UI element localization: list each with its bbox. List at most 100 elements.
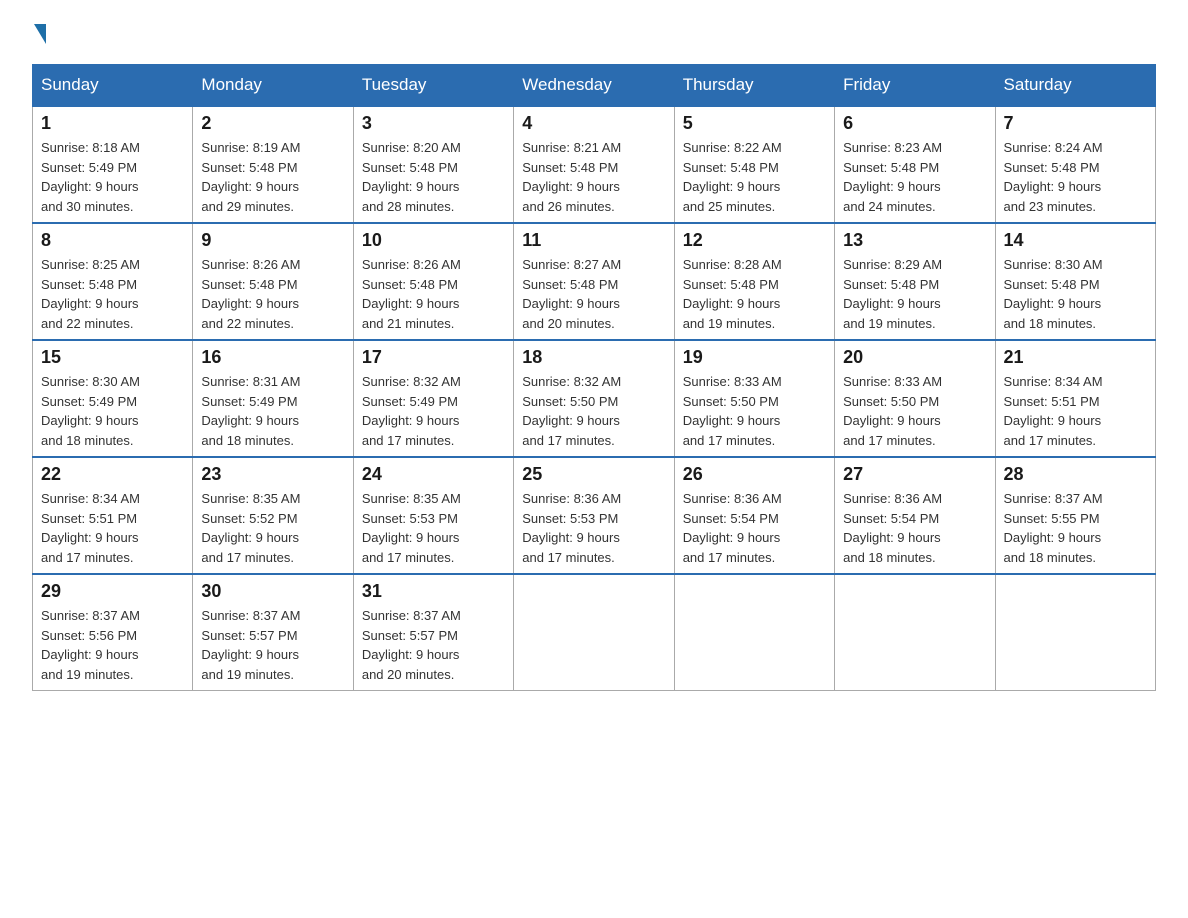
day-info: Sunrise: 8:32 AMSunset: 5:49 PMDaylight:… [362, 372, 505, 450]
day-info: Sunrise: 8:36 AMSunset: 5:53 PMDaylight:… [522, 489, 665, 567]
header-saturday: Saturday [995, 65, 1155, 107]
calendar-cell: 20 Sunrise: 8:33 AMSunset: 5:50 PMDaylig… [835, 340, 995, 457]
day-number: 19 [683, 347, 826, 368]
week-row-4: 22 Sunrise: 8:34 AMSunset: 5:51 PMDaylig… [33, 457, 1156, 574]
day-info: Sunrise: 8:30 AMSunset: 5:49 PMDaylight:… [41, 372, 184, 450]
calendar-cell: 1 Sunrise: 8:18 AMSunset: 5:49 PMDayligh… [33, 106, 193, 223]
day-number: 8 [41, 230, 184, 251]
calendar-cell: 2 Sunrise: 8:19 AMSunset: 5:48 PMDayligh… [193, 106, 353, 223]
week-row-2: 8 Sunrise: 8:25 AMSunset: 5:48 PMDayligh… [33, 223, 1156, 340]
calendar-cell: 10 Sunrise: 8:26 AMSunset: 5:48 PMDaylig… [353, 223, 513, 340]
day-number: 28 [1004, 464, 1147, 485]
day-info: Sunrise: 8:35 AMSunset: 5:52 PMDaylight:… [201, 489, 344, 567]
day-number: 6 [843, 113, 986, 134]
calendar-cell: 31 Sunrise: 8:37 AMSunset: 5:57 PMDaylig… [353, 574, 513, 691]
week-row-3: 15 Sunrise: 8:30 AMSunset: 5:49 PMDaylig… [33, 340, 1156, 457]
day-number: 14 [1004, 230, 1147, 251]
day-info: Sunrise: 8:37 AMSunset: 5:57 PMDaylight:… [201, 606, 344, 684]
day-info: Sunrise: 8:34 AMSunset: 5:51 PMDaylight:… [41, 489, 184, 567]
day-number: 9 [201, 230, 344, 251]
day-number: 11 [522, 230, 665, 251]
calendar-cell: 28 Sunrise: 8:37 AMSunset: 5:55 PMDaylig… [995, 457, 1155, 574]
day-number: 5 [683, 113, 826, 134]
calendar-cell: 22 Sunrise: 8:34 AMSunset: 5:51 PMDaylig… [33, 457, 193, 574]
header-sunday: Sunday [33, 65, 193, 107]
day-number: 18 [522, 347, 665, 368]
calendar-cell: 29 Sunrise: 8:37 AMSunset: 5:56 PMDaylig… [33, 574, 193, 691]
day-info: Sunrise: 8:36 AMSunset: 5:54 PMDaylight:… [843, 489, 986, 567]
calendar-cell: 9 Sunrise: 8:26 AMSunset: 5:48 PMDayligh… [193, 223, 353, 340]
day-number: 3 [362, 113, 505, 134]
day-number: 26 [683, 464, 826, 485]
day-number: 13 [843, 230, 986, 251]
day-info: Sunrise: 8:22 AMSunset: 5:48 PMDaylight:… [683, 138, 826, 216]
day-number: 20 [843, 347, 986, 368]
calendar-cell: 6 Sunrise: 8:23 AMSunset: 5:48 PMDayligh… [835, 106, 995, 223]
page-header [32, 24, 1156, 44]
calendar-cell: 21 Sunrise: 8:34 AMSunset: 5:51 PMDaylig… [995, 340, 1155, 457]
day-info: Sunrise: 8:18 AMSunset: 5:49 PMDaylight:… [41, 138, 184, 216]
header-row: SundayMondayTuesdayWednesdayThursdayFrid… [33, 65, 1156, 107]
day-number: 16 [201, 347, 344, 368]
calendar-table: SundayMondayTuesdayWednesdayThursdayFrid… [32, 64, 1156, 691]
header-tuesday: Tuesday [353, 65, 513, 107]
day-number: 15 [41, 347, 184, 368]
day-info: Sunrise: 8:29 AMSunset: 5:48 PMDaylight:… [843, 255, 986, 333]
calendar-cell [674, 574, 834, 691]
day-info: Sunrise: 8:24 AMSunset: 5:48 PMDaylight:… [1004, 138, 1147, 216]
logo-arrow-icon [34, 24, 46, 44]
header-monday: Monday [193, 65, 353, 107]
day-info: Sunrise: 8:30 AMSunset: 5:48 PMDaylight:… [1004, 255, 1147, 333]
day-info: Sunrise: 8:33 AMSunset: 5:50 PMDaylight:… [683, 372, 826, 450]
day-number: 25 [522, 464, 665, 485]
calendar-cell: 3 Sunrise: 8:20 AMSunset: 5:48 PMDayligh… [353, 106, 513, 223]
day-number: 23 [201, 464, 344, 485]
calendar-cell: 25 Sunrise: 8:36 AMSunset: 5:53 PMDaylig… [514, 457, 674, 574]
calendar-cell: 13 Sunrise: 8:29 AMSunset: 5:48 PMDaylig… [835, 223, 995, 340]
day-info: Sunrise: 8:36 AMSunset: 5:54 PMDaylight:… [683, 489, 826, 567]
day-number: 29 [41, 581, 184, 602]
calendar-cell [995, 574, 1155, 691]
day-number: 27 [843, 464, 986, 485]
day-number: 10 [362, 230, 505, 251]
header-friday: Friday [835, 65, 995, 107]
week-row-1: 1 Sunrise: 8:18 AMSunset: 5:49 PMDayligh… [33, 106, 1156, 223]
calendar-cell: 5 Sunrise: 8:22 AMSunset: 5:48 PMDayligh… [674, 106, 834, 223]
day-info: Sunrise: 8:19 AMSunset: 5:48 PMDaylight:… [201, 138, 344, 216]
day-info: Sunrise: 8:23 AMSunset: 5:48 PMDaylight:… [843, 138, 986, 216]
calendar-cell: 14 Sunrise: 8:30 AMSunset: 5:48 PMDaylig… [995, 223, 1155, 340]
day-info: Sunrise: 8:34 AMSunset: 5:51 PMDaylight:… [1004, 372, 1147, 450]
day-number: 12 [683, 230, 826, 251]
day-info: Sunrise: 8:27 AMSunset: 5:48 PMDaylight:… [522, 255, 665, 333]
calendar-cell: 12 Sunrise: 8:28 AMSunset: 5:48 PMDaylig… [674, 223, 834, 340]
day-info: Sunrise: 8:26 AMSunset: 5:48 PMDaylight:… [201, 255, 344, 333]
calendar-cell: 16 Sunrise: 8:31 AMSunset: 5:49 PMDaylig… [193, 340, 353, 457]
day-number: 4 [522, 113, 665, 134]
day-info: Sunrise: 8:31 AMSunset: 5:49 PMDaylight:… [201, 372, 344, 450]
calendar-cell [835, 574, 995, 691]
calendar-cell: 11 Sunrise: 8:27 AMSunset: 5:48 PMDaylig… [514, 223, 674, 340]
calendar-cell: 19 Sunrise: 8:33 AMSunset: 5:50 PMDaylig… [674, 340, 834, 457]
calendar-cell: 23 Sunrise: 8:35 AMSunset: 5:52 PMDaylig… [193, 457, 353, 574]
calendar-cell [514, 574, 674, 691]
day-number: 24 [362, 464, 505, 485]
calendar-cell: 24 Sunrise: 8:35 AMSunset: 5:53 PMDaylig… [353, 457, 513, 574]
day-info: Sunrise: 8:33 AMSunset: 5:50 PMDaylight:… [843, 372, 986, 450]
day-info: Sunrise: 8:20 AMSunset: 5:48 PMDaylight:… [362, 138, 505, 216]
day-number: 7 [1004, 113, 1147, 134]
day-info: Sunrise: 8:26 AMSunset: 5:48 PMDaylight:… [362, 255, 505, 333]
calendar-cell: 4 Sunrise: 8:21 AMSunset: 5:48 PMDayligh… [514, 106, 674, 223]
calendar-cell: 7 Sunrise: 8:24 AMSunset: 5:48 PMDayligh… [995, 106, 1155, 223]
calendar-cell: 8 Sunrise: 8:25 AMSunset: 5:48 PMDayligh… [33, 223, 193, 340]
day-number: 1 [41, 113, 184, 134]
header-thursday: Thursday [674, 65, 834, 107]
calendar-body: 1 Sunrise: 8:18 AMSunset: 5:49 PMDayligh… [33, 106, 1156, 691]
day-info: Sunrise: 8:28 AMSunset: 5:48 PMDaylight:… [683, 255, 826, 333]
week-row-5: 29 Sunrise: 8:37 AMSunset: 5:56 PMDaylig… [33, 574, 1156, 691]
calendar-cell: 18 Sunrise: 8:32 AMSunset: 5:50 PMDaylig… [514, 340, 674, 457]
day-number: 30 [201, 581, 344, 602]
day-info: Sunrise: 8:21 AMSunset: 5:48 PMDaylight:… [522, 138, 665, 216]
day-info: Sunrise: 8:37 AMSunset: 5:55 PMDaylight:… [1004, 489, 1147, 567]
day-number: 17 [362, 347, 505, 368]
logo [32, 24, 48, 44]
